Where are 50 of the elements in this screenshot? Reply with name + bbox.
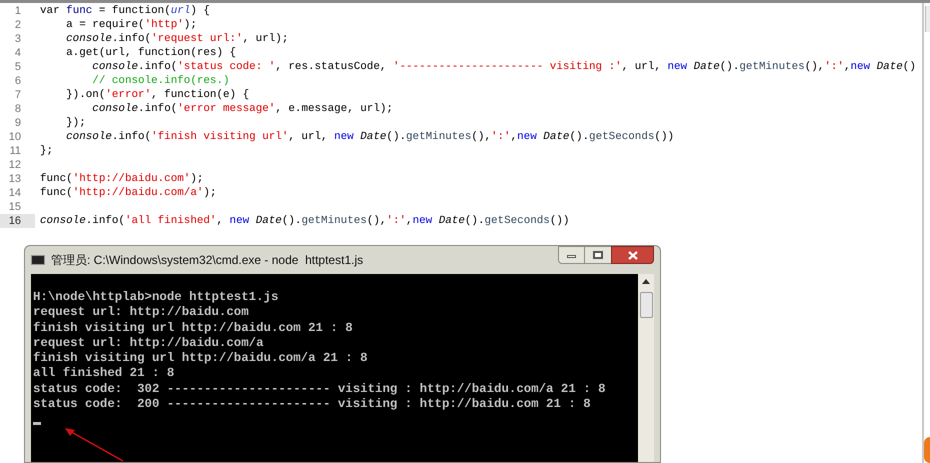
scrollbar-thumb[interactable] [640, 292, 652, 318]
scroll-up-icon [642, 279, 650, 284]
line-number: 12 [8, 158, 21, 172]
close-button[interactable] [611, 246, 654, 264]
line-number: 5 [14, 60, 21, 74]
line-number: 11 [10, 144, 21, 158]
line-number: 7 [14, 88, 21, 102]
code-line: console.info('finish visiting url', url, new Date().getMinutes(),':',new Date().getSeconds()) [65, 130, 674, 144]
arrow-annotation [62, 425, 126, 463]
code-line: console.info('error message', e.message, url); [91, 102, 393, 116]
line-number: 9 [14, 116, 21, 130]
minimap [925, 6, 930, 32]
code-line: var func = function(url) { [39, 4, 210, 18]
line-number: 13 [8, 172, 21, 186]
code-line: console.info('all finished', new Date().getMinutes(),':',new Date().getSeconds()) [39, 214, 570, 228]
line-number: 6 [14, 74, 21, 88]
console-line: request url: http://baidu.com [33, 305, 250, 321]
code-line: func('http://baidu.com'); [39, 172, 204, 186]
code-line: func('http://baidu.com/a'); [39, 186, 216, 200]
console-line: all finished 21 : 8 [33, 366, 176, 382]
line-number: 2 [14, 18, 21, 32]
minimize-button[interactable] [558, 246, 585, 264]
console-line: status code: 302 ---------------------- visiting : http://baidu.com/a 21 : 8 [33, 382, 607, 398]
line-number: 10 [8, 130, 21, 144]
console-icon [31, 255, 45, 265]
console-line: finish visiting url http://baidu.com/a 21 : 8 [33, 351, 369, 366]
code-line: }; [39, 144, 54, 158]
code-line: console.info('request url:', url); [65, 32, 288, 46]
code-line: }); [65, 116, 86, 130]
console-line: H:\node\httplab>node httptest1.js [33, 290, 280, 306]
line-number: 8 [14, 102, 21, 116]
line-number: 1 [14, 4, 21, 18]
line-number: 16 [8, 214, 21, 228]
line-number: 4 [14, 46, 21, 60]
console-line: status code: 200 ---------------------- visiting : http://baidu.com 21 : 8 [33, 397, 592, 412]
maximize-icon [593, 251, 603, 259]
code-line: console.info('status code: ', res.statusCode, '---------------------- visiting :', url, new Date().getMinutes(),':',new Date() [91, 60, 916, 74]
console-line: request url: http://baidu.com/a [33, 336, 265, 352]
window-title: 管理员: C:\Windows\system32\cmd.exe - node httptest1.js [51, 252, 364, 269]
maximize-button[interactable] [585, 246, 611, 264]
line-number: 3 [14, 32, 21, 46]
close-icon [628, 250, 638, 260]
code-line: // console.info(res.) [91, 74, 230, 88]
line-number: 14 [8, 186, 21, 200]
minimize-icon [567, 255, 576, 258]
line-number: 15 [8, 200, 21, 214]
code-line: a = require('http'); [65, 18, 197, 32]
console-line: finish visiting url http://baidu.com 21 : 8 [33, 320, 354, 336]
code-line: }).on('error', function(e) { [65, 88, 250, 102]
code-line: a.get(url, function(res) { [65, 46, 236, 60]
